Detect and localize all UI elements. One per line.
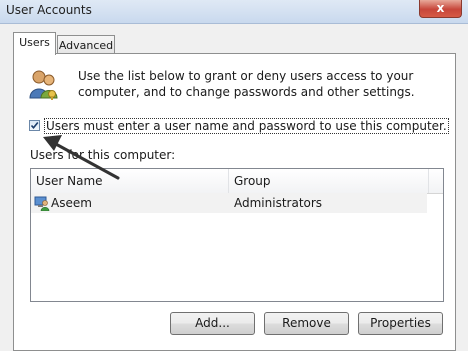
intro-description: Use the list below to grant or deny user…	[78, 69, 415, 99]
column-header-filler	[429, 169, 443, 193]
window-title: User Accounts	[6, 3, 92, 17]
properties-button[interactable]: Properties	[358, 312, 443, 335]
require-password-checkbox[interactable]	[29, 120, 40, 131]
users-list-header: User Name Group	[31, 169, 443, 194]
column-header-user-name[interactable]: User Name	[31, 169, 229, 193]
add-user-button[interactable]: Add...	[170, 312, 255, 335]
column-header-group[interactable]: Group	[229, 169, 429, 193]
user-name-cell: Aseem	[51, 196, 92, 210]
users-list[interactable]: User Name Group Aseem Administrators	[30, 168, 444, 302]
close-button[interactable]: x	[419, 0, 462, 18]
group-cell: Administrators	[234, 196, 323, 210]
user-account-icon	[34, 195, 50, 214]
users-list-label: Users for this computer:	[30, 148, 176, 162]
remove-user-button[interactable]: Remove	[264, 312, 349, 335]
table-row[interactable]: Aseem Administrators	[31, 193, 427, 213]
title-bar[interactable]: User Accounts x	[0, 0, 468, 24]
tab-users[interactable]: Users	[13, 32, 56, 55]
require-password-label[interactable]: Users must enter a user name and passwor…	[44, 118, 449, 134]
tab-advanced[interactable]: Advanced	[57, 35, 115, 55]
users-icon	[28, 68, 60, 103]
